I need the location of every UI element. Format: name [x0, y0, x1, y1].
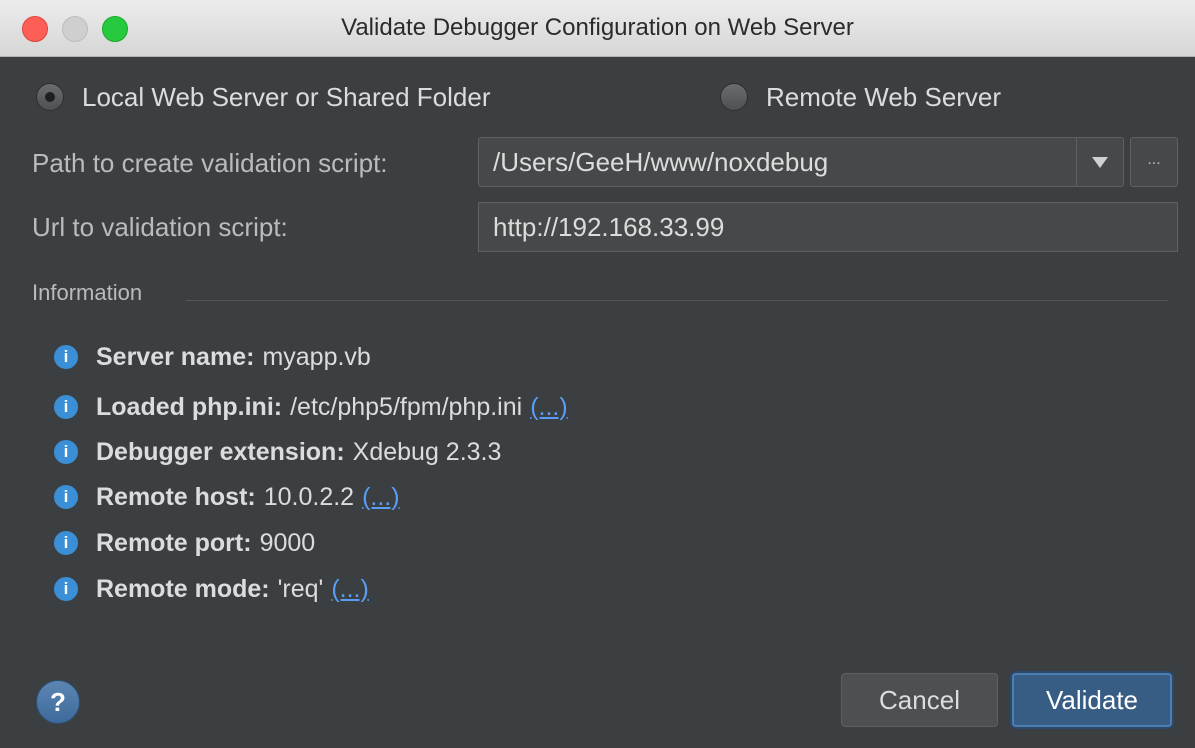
window-title: Validate Debugger Configuration on Web S… — [341, 14, 854, 41]
local-server-option[interactable]: Local Web Server or Shared Folder — [36, 80, 491, 114]
local-server-label: Local Web Server or Shared Folder — [82, 81, 491, 112]
info-value: myapp.vb — [262, 342, 371, 371]
info-item-remote-host: i Remote host: 10.0.2.2 (...) — [54, 481, 400, 513]
validate-button[interactable]: Validate — [1012, 673, 1172, 727]
remote-host-details-link[interactable]: (...) — [362, 483, 400, 512]
info-item-debugger-extension: i Debugger extension: Xdebug 2.3.3 — [54, 436, 501, 468]
remote-server-radio[interactable] — [720, 83, 748, 111]
info-icon: i — [54, 440, 78, 464]
info-key: Remote host: — [96, 482, 256, 511]
remote-server-option[interactable]: Remote Web Server — [720, 80, 1001, 114]
dialog-window: Validate Debugger Configuration on Web S… — [0, 0, 1195, 748]
url-label: Url to validation script: — [32, 212, 288, 242]
info-icon: i — [54, 531, 78, 555]
info-key: Remote mode: — [96, 574, 270, 603]
info-value: /etc/php5/fpm/php.ini — [290, 392, 523, 421]
info-key: Remote port: — [96, 528, 252, 557]
url-field[interactable]: http://192.168.33.99 — [478, 202, 1178, 252]
info-value: 'req' — [277, 574, 324, 603]
info-key: Debugger extension: — [96, 437, 345, 466]
php-ini-details-link[interactable]: (...) — [530, 393, 568, 422]
path-combobox[interactable]: /Users/GeeH/www/noxdebug — [478, 137, 1124, 187]
local-server-radio[interactable] — [36, 83, 64, 111]
info-item-remote-port: i Remote port: 9000 — [54, 527, 315, 559]
info-value: 9000 — [259, 528, 316, 557]
info-value: 10.0.2.2 — [263, 482, 355, 511]
remote-mode-details-link[interactable]: (...) — [331, 575, 369, 604]
path-value: /Users/GeeH/www/noxdebug — [493, 147, 829, 177]
info-icon: i — [54, 395, 78, 419]
remote-server-label: Remote Web Server — [766, 81, 1002, 112]
info-item-server-name: i Server name: myapp.vb — [54, 341, 371, 373]
information-title: Information — [32, 280, 143, 305]
url-value: http://192.168.33.99 — [493, 212, 725, 242]
info-icon: i — [54, 345, 78, 369]
help-button[interactable]: ? — [36, 680, 80, 724]
info-item-remote-mode: i Remote mode: 'req' (...) — [54, 573, 369, 605]
info-item-php-ini: i Loaded php.ini: /etc/php5/fpm/php.ini … — [54, 391, 568, 423]
browse-button[interactable]: ... — [1130, 137, 1178, 187]
info-icon: i — [54, 485, 78, 509]
title-bar: Validate Debugger Configuration on Web S… — [0, 0, 1195, 57]
info-key: Server name: — [96, 342, 255, 371]
chevron-down-icon — [1092, 156, 1108, 168]
info-key: Loaded php.ini: — [96, 392, 283, 421]
path-label: Path to create validation script: — [32, 148, 388, 178]
cancel-button[interactable]: Cancel — [841, 673, 998, 727]
path-dropdown-button[interactable] — [1076, 138, 1123, 186]
info-value: Xdebug 2.3.3 — [352, 437, 502, 466]
info-icon: i — [54, 577, 78, 601]
information-divider — [186, 300, 1168, 301]
